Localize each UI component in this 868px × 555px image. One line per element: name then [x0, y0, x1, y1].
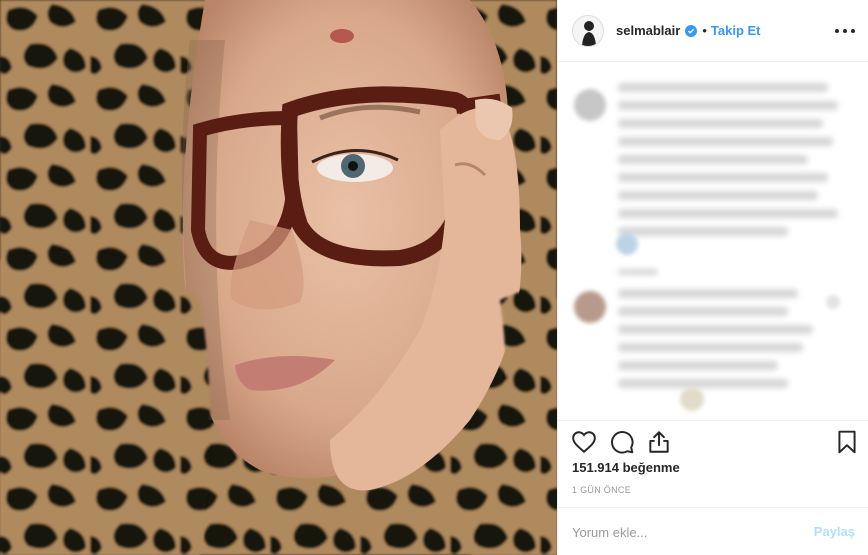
blurred-text	[618, 343, 803, 352]
likes-count[interactable]: 151.914 beğenme	[572, 460, 680, 475]
post-header: selmablair • Takip Et	[558, 0, 868, 62]
post-photo[interactable]	[0, 0, 557, 555]
avatar[interactable]	[572, 14, 604, 47]
blurred-text	[618, 155, 808, 164]
comment-like-icon[interactable]	[826, 295, 840, 309]
blurred-text	[618, 289, 798, 298]
blurred-text	[618, 307, 788, 316]
blurred-text	[618, 173, 828, 182]
blurred-text	[618, 191, 818, 200]
more-options-icon[interactable]	[835, 22, 855, 40]
comment-avatar[interactable]	[574, 291, 606, 323]
blurred-text	[618, 325, 813, 334]
bookmark-icon[interactable]	[834, 429, 860, 455]
comment-avatar[interactable]	[574, 89, 606, 121]
share-icon[interactable]	[646, 429, 672, 455]
blurred-emoji	[680, 387, 704, 411]
verified-badge-icon	[685, 24, 698, 37]
blurred-text	[618, 269, 658, 275]
comment-input[interactable]	[572, 522, 792, 542]
blurred-text	[618, 119, 823, 128]
blurred-text	[618, 137, 833, 146]
add-comment-section: Paylaş	[558, 507, 868, 555]
separator-dot: •	[702, 23, 707, 38]
blurred-text	[618, 209, 838, 218]
post-timestamp[interactable]: 1 GÜN ÖNCE	[572, 485, 631, 495]
follow-button[interactable]: Takip Et	[711, 23, 761, 38]
blurred-emoji	[616, 233, 638, 255]
blurred-text	[618, 101, 838, 110]
heart-icon[interactable]	[571, 429, 597, 455]
action-bar	[558, 420, 868, 460]
post-sidebar: selmablair • Takip Et 151.914 beğenme 1 …	[557, 0, 868, 555]
blurred-text	[618, 361, 778, 370]
photo-illustration	[0, 0, 557, 555]
blurred-text	[618, 379, 788, 388]
comments-list	[558, 63, 868, 420]
blurred-text	[618, 227, 788, 236]
comment-icon[interactable]	[609, 429, 635, 455]
username-link[interactable]: selmablair	[616, 23, 680, 38]
post-comment-button[interactable]: Paylaş	[814, 524, 855, 539]
blurred-text	[618, 83, 828, 92]
instagram-post: selmablair • Takip Et 151.914 beğenme 1 …	[0, 0, 868, 555]
avatar-image	[573, 15, 603, 46]
